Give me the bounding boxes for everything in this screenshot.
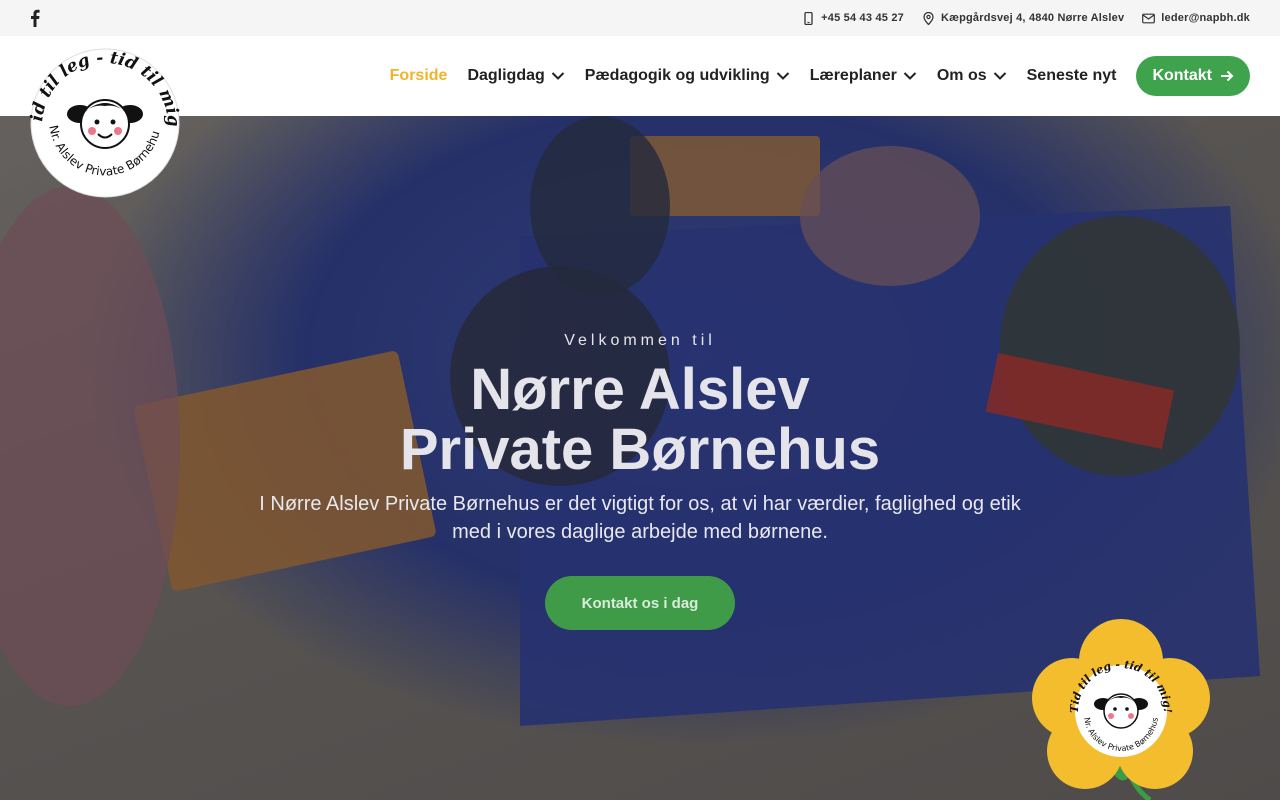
hero-title-line1: Nørre Alslev: [470, 357, 810, 422]
nav-item-dagligdag[interactable]: Dagligdag: [467, 67, 564, 85]
chevron-down-icon: [551, 72, 564, 80]
arrow-right-icon: [1221, 70, 1234, 82]
contact-button-label: Kontakt: [1152, 67, 1212, 84]
nav-label: Læreplaner: [809, 67, 897, 84]
hero-title-line2: Private Børnehus: [399, 417, 881, 482]
site-logo[interactable]: Tid til leg - tid til mig! Nr. Alslev Pr…: [28, 46, 182, 200]
hero-title: Nørre Alslev Private Børnehus: [0, 360, 1280, 480]
address-text: Kæpgårdsvej 4, 4840 Nørre Alslev: [940, 12, 1125, 24]
contact-button[interactable]: Kontakt: [1136, 56, 1250, 96]
contact-us-today-button[interactable]: Kontakt os i dag: [545, 576, 735, 630]
hero-kicker: Velkommen til: [564, 332, 716, 349]
nav-label: Seneste nyt: [1026, 67, 1117, 84]
chevron-down-icon: [993, 72, 1006, 80]
email-contact[interactable]: leder@napbh.dk: [1142, 12, 1250, 25]
location-pin-icon: [923, 11, 934, 25]
flower-logo-badge: Tid til leg - tid til mig! Nr. Alslev Pr…: [1032, 619, 1210, 800]
phone-number: +45 54 43 45 27: [821, 12, 904, 24]
site-header: Forside Dagligdag Pædagogik og udvikling…: [0, 36, 1280, 116]
hero-description: I Nørre Alslev Private Børnehus er det v…: [259, 493, 1021, 543]
address-contact[interactable]: Kæpgårdsvej 4, 4840 Nørre Alslev: [922, 11, 1125, 25]
main-nav: Forside Dagligdag Pædagogik og udvikling…: [390, 36, 1250, 116]
nav-item-paedagogik[interactable]: Pædagogik og udvikling: [585, 67, 790, 85]
nav-item-om-os[interactable]: Om os: [937, 67, 1007, 85]
contact-info: +45 54 43 45 27 Kæpgårdsvej 4, 4840 Nørr…: [802, 0, 1250, 36]
envelope-icon: [1142, 13, 1156, 23]
hero-section: Velkommen til Nørre Alslev Private Børne…: [0, 116, 1280, 800]
top-bar: +45 54 43 45 27 Kæpgårdsvej 4, 4840 Nørr…: [0, 0, 1280, 36]
phone-contact[interactable]: +45 54 43 45 27: [802, 11, 904, 25]
nav-item-forside[interactable]: Forside: [390, 67, 448, 85]
chevron-down-icon: [776, 72, 789, 80]
nav-label: Forside: [389, 67, 448, 84]
chevron-down-icon: [903, 72, 917, 80]
email-text: leder@napbh.dk: [1161, 12, 1250, 24]
nav-label: Dagligdag: [467, 67, 545, 84]
nav-item-seneste-nyt[interactable]: Seneste nyt: [1027, 67, 1117, 85]
nav-item-laereplaner[interactable]: Læreplaner: [810, 67, 917, 85]
nav-label: Om os: [936, 67, 987, 84]
phone-icon: [804, 11, 813, 25]
nav-label: Pædagogik og udvikling: [584, 67, 770, 84]
facebook-icon[interactable]: [28, 9, 42, 27]
